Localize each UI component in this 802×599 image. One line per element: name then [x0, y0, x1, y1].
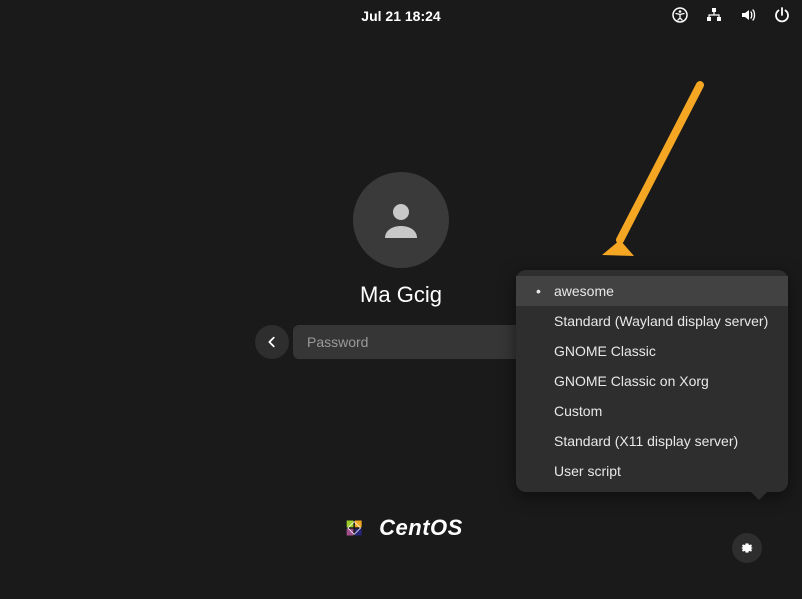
password-input-wrap — [293, 325, 547, 359]
user-icon — [377, 196, 425, 244]
session-item[interactable]: GNOME Classic on Xorg — [516, 366, 788, 396]
session-item[interactable]: Custom — [516, 396, 788, 426]
centos-logo-icon — [339, 513, 369, 543]
accessibility-icon[interactable] — [672, 7, 688, 26]
session-settings-button[interactable] — [732, 533, 762, 563]
session-item[interactable]: Standard (X11 display server) — [516, 426, 788, 456]
session-item[interactable]: User script — [516, 456, 788, 486]
topbar-status-area — [672, 7, 790, 26]
chevron-left-icon — [265, 335, 279, 349]
topbar: Jul 21 18:24 — [0, 0, 802, 32]
avatar — [353, 172, 449, 268]
username-label: Ma Gcig — [360, 282, 442, 308]
volume-icon[interactable] — [740, 7, 756, 26]
session-item[interactable]: Standard (Wayland display server) — [516, 306, 788, 336]
annotation-arrow — [590, 80, 720, 270]
session-item[interactable]: GNOME Classic — [516, 336, 788, 366]
session-item[interactable]: awesome — [516, 276, 788, 306]
password-input[interactable] — [293, 325, 547, 359]
password-row — [255, 325, 547, 359]
back-button[interactable] — [255, 325, 289, 359]
branding-text: CentOS — [379, 515, 463, 541]
network-icon[interactable] — [706, 7, 722, 26]
power-icon[interactable] — [774, 7, 790, 26]
clock[interactable]: Jul 21 18:24 — [361, 8, 440, 24]
branding: CentOS — [339, 513, 463, 543]
gear-icon — [739, 540, 755, 556]
session-menu: awesomeStandard (Wayland display server)… — [516, 270, 788, 492]
